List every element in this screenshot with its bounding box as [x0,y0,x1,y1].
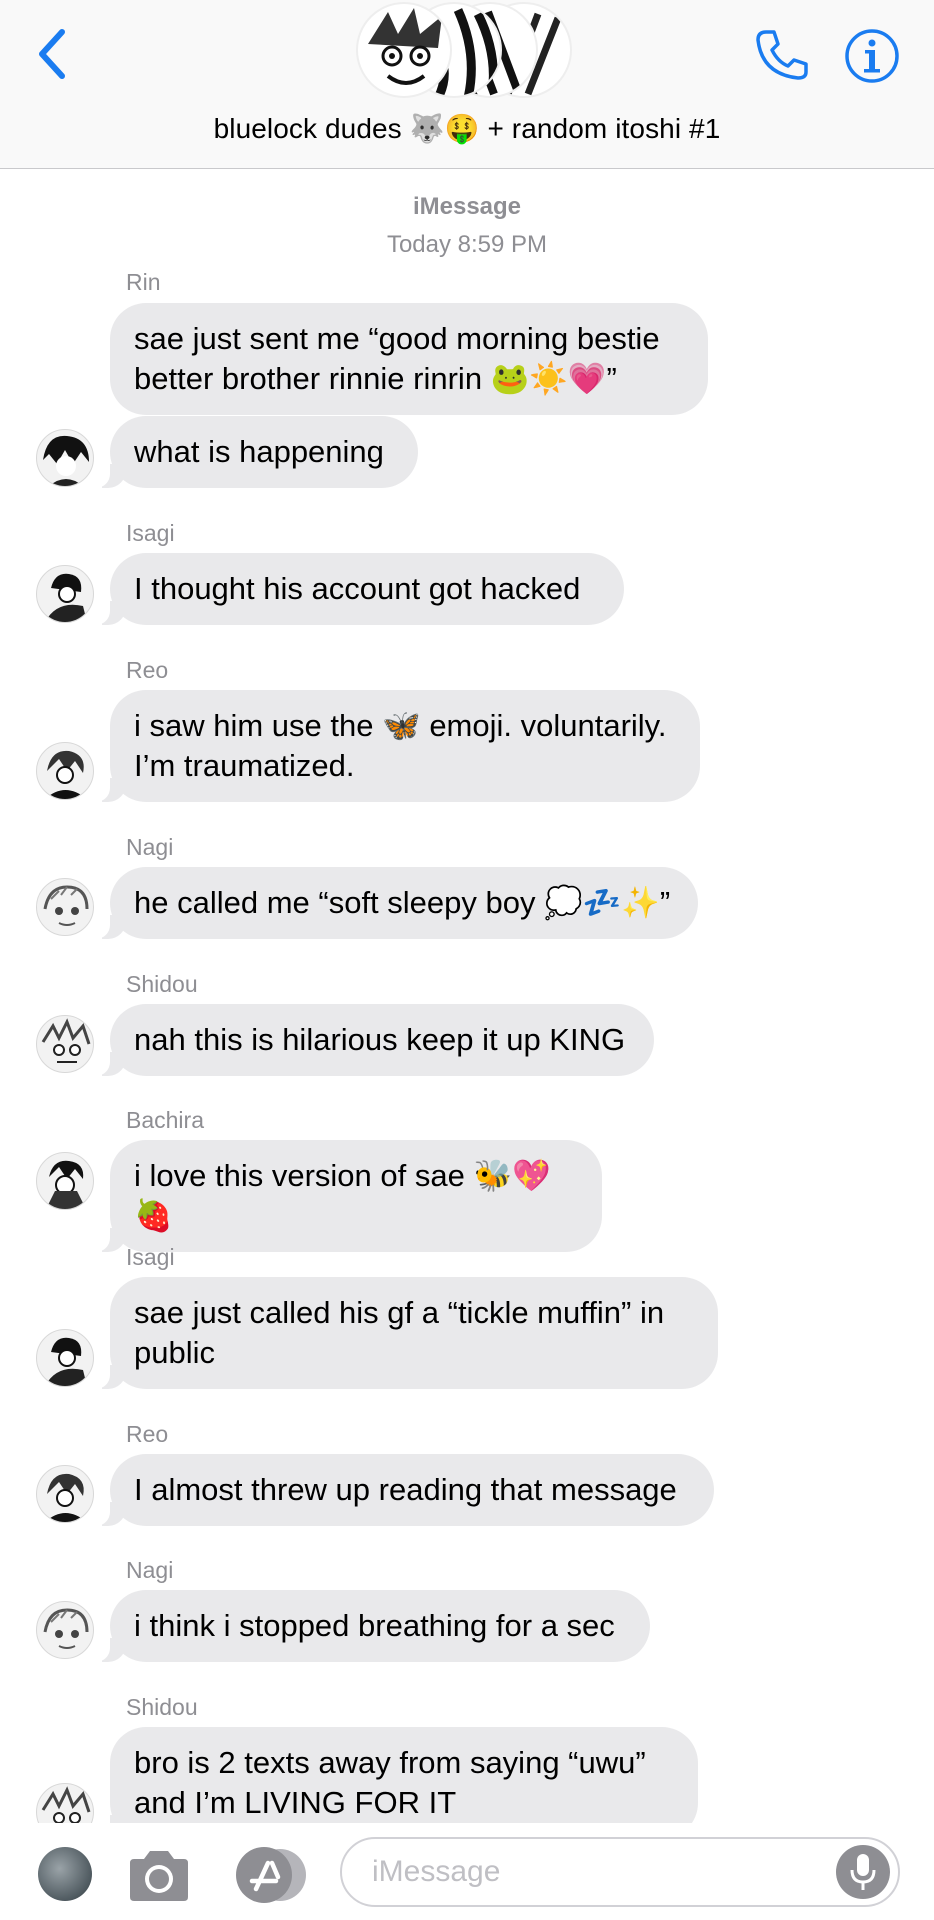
message-bubble[interactable]: sae just sent me “good morning bestie be… [110,303,708,415]
compose-bar [0,1823,934,1920]
avatar-nagi[interactable] [36,1601,94,1659]
chevron-left-icon [39,29,65,79]
sender-name: Shidou [126,971,198,997]
info-button[interactable] [844,28,900,84]
camera-icon [130,1851,188,1901]
message-bubble[interactable]: bro is 2 texts away from saying “uwu” an… [92,1727,698,1823]
message-input[interactable] [340,1837,900,1907]
avatar-reo[interactable] [36,1465,94,1523]
photos-button[interactable] [38,1847,92,1901]
dictation-button[interactable] [836,1845,890,1899]
message-bubble[interactable]: I thought his account got hacked [92,553,624,625]
message-bubble[interactable]: nah this is hilarious keep it up KING [92,1004,654,1076]
message-text: sae just called his gf a “tickle muffin”… [134,1295,665,1370]
message-bubble[interactable]: I almost threw up reading that message [92,1454,714,1526]
message-bubble[interactable]: i saw him use the 🦋 emoji. voluntarily. … [92,690,700,802]
bubble-tail [92,1500,126,1526]
sender-name: Reo [126,1421,169,1447]
message-bubble[interactable]: what is happening [92,416,418,488]
bubble-tail [92,599,126,625]
group-title[interactable]: bluelock dudes 🐺🤑 + random itoshi #1 [0,112,934,145]
app-store-button[interactable] [232,1845,310,1905]
call-button[interactable] [752,26,810,84]
message-bubble[interactable]: he called me “soft sleepy boy 💭💤✨” [92,867,698,939]
avatar-isagi[interactable] [36,1329,94,1387]
group-avatar-stack[interactable] [356,2,576,100]
bubble-tail [92,776,126,802]
message-list[interactable]: iMessage Today 8:59 PM Rin sae just sent… [0,169,934,1823]
message-bubble[interactable]: i think i stopped breathing for a sec [92,1590,650,1662]
message-text: i saw him use the 🦋 emoji. voluntarily. … [134,708,667,783]
avatar-rin[interactable] [36,429,94,487]
sender-name: Bachira [126,1107,204,1133]
message-text: what is happening [134,434,384,469]
message-bubble[interactable]: i love this version of sae 🐝💖🍓 [92,1140,602,1252]
bubble-tail [92,913,126,939]
service-label: iMessage [412,193,522,220]
bubble-tail [92,1363,126,1389]
avatar-bachira[interactable] [36,1152,94,1210]
message-text: i think i stopped breathing for a sec [134,1608,615,1643]
bubble-tail [92,462,126,488]
message-text: sae just sent me “good morning bestie be… [134,321,660,396]
bubble-tail [92,1636,126,1662]
bubble-tail [92,1050,126,1076]
sender-name: Reo [126,657,169,683]
avatar-isagi[interactable] [36,565,94,623]
bubble-tail [92,1813,126,1823]
message-text: I almost threw up reading that message [134,1472,677,1507]
sender-name: Isagi [126,520,175,546]
app-store-icon [236,1847,306,1903]
group-avatar-1 [356,2,452,98]
message-text: nah this is hilarious keep it up KING [134,1022,626,1057]
timestamp: Today 8:59 PM [386,231,548,258]
sender-name: Shidou [126,1694,198,1720]
message-bubble[interactable]: sae just called his gf a “tickle muffin”… [92,1277,718,1389]
conversation-header: bluelock dudes 🐺🤑 + random itoshi #1 [0,0,934,169]
avatar-reo[interactable] [36,742,94,800]
avatar-nagi[interactable] [36,878,94,936]
avatar-shidou[interactable] [36,1015,94,1073]
message-text: bro is 2 texts away from saying “uwu” an… [134,1745,646,1820]
bubble-tail [92,1226,126,1252]
back-button[interactable] [22,22,82,86]
sender-name: Isagi [126,1244,175,1270]
message-text: he called me “soft sleepy boy 💭💤✨” [134,885,671,920]
message-text: i love this version of sae 🐝💖🍓 [134,1158,551,1233]
phone-icon [756,30,808,80]
microphone-icon [850,1854,876,1890]
sender-name: Nagi [126,834,174,860]
sender-name: Rin [126,269,161,295]
avatar-shidou[interactable] [36,1783,94,1823]
sender-name: Nagi [126,1557,174,1583]
info-icon [845,29,899,83]
message-text: I thought his account got hacked [134,571,581,606]
camera-button[interactable] [126,1849,192,1903]
